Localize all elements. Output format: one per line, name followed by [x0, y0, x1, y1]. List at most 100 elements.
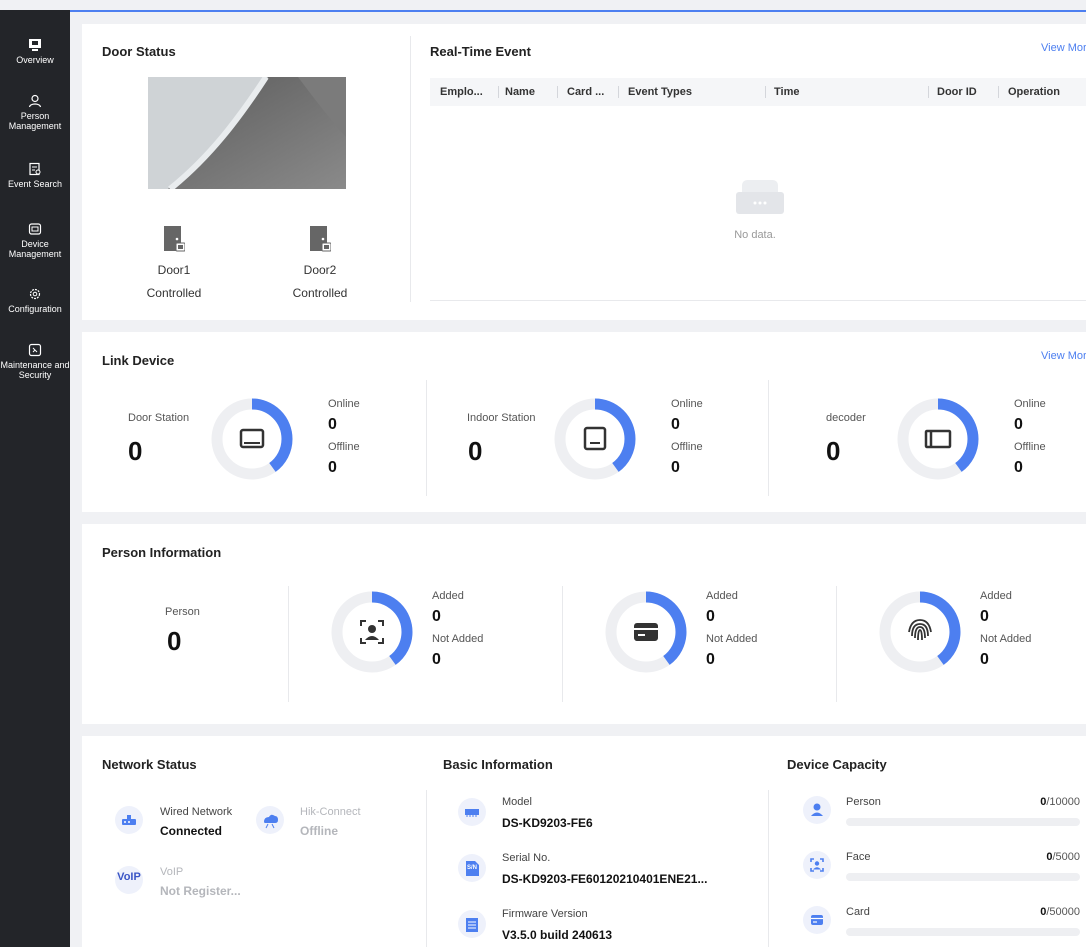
realtime-view-more-link[interactable]: View More — [1041, 42, 1086, 54]
firmware-icon — [458, 910, 486, 938]
divider — [836, 586, 837, 702]
fingerprint-icon — [908, 619, 932, 641]
link-device-title: Link Device — [102, 353, 175, 368]
device-total: 0 — [468, 436, 483, 466]
column-header[interactable]: Card ... — [567, 78, 604, 106]
column-separator — [765, 86, 766, 98]
device-capacity-title: Device Capacity — [787, 757, 887, 772]
sidebar-item-overview[interactable]: Overview — [0, 38, 70, 65]
camera-preview[interactable] — [148, 77, 346, 189]
divider — [562, 586, 563, 702]
serial-value: DS-KD9203-FE60120210401ENE21... — [502, 872, 708, 886]
capacity-label: Face — [846, 851, 871, 863]
offline-value: 0 — [328, 459, 337, 476]
divider — [288, 586, 289, 702]
not-added-value: 0 — [706, 651, 715, 668]
capacity-bar — [846, 873, 1080, 881]
top-accent-line — [70, 10, 1086, 12]
door-state: Controlled — [292, 286, 348, 300]
column-separator — [557, 86, 558, 98]
added-label: Added — [432, 590, 464, 602]
empty-box-icon — [736, 180, 784, 214]
capacity-label: Card — [846, 906, 870, 918]
serial-badge: S/N — [466, 865, 477, 871]
door-name: Door1 — [157, 263, 191, 277]
divider — [768, 790, 769, 947]
column-header[interactable]: Event Types — [628, 78, 692, 106]
divider — [426, 790, 427, 947]
not-added-label: Not Added — [706, 633, 758, 645]
event-search-icon — [29, 162, 41, 176]
network-status-title: Network Status — [102, 757, 197, 772]
sidebar-item-label: Overview — [16, 55, 54, 65]
sidebar-item-label: Maintenance and Security — [0, 360, 70, 380]
sidebar-item-maintenance[interactable]: Maintenance and Security — [0, 343, 70, 380]
online-label: Online — [1014, 398, 1046, 410]
sidebar-item-label: Person Management — [8, 111, 62, 131]
online-label: Online — [328, 398, 360, 410]
column-header[interactable]: Time — [774, 78, 799, 106]
device-total: 0 — [128, 436, 143, 466]
person-donut — [604, 590, 688, 674]
column-header[interactable]: Emplo... — [440, 78, 483, 106]
camera-image — [148, 77, 346, 189]
realtime-event-title: Real-Time Event — [430, 44, 531, 59]
added-value: 0 — [432, 608, 441, 625]
firmware-label: Firmware Version — [502, 908, 588, 920]
not-added-value: 0 — [980, 651, 989, 668]
person-icon — [28, 94, 42, 108]
sidebar-item-device-management[interactable]: Device Management — [0, 222, 70, 259]
firmware-value: V3.5.0 build 240613 — [502, 928, 613, 942]
added-value: 0 — [980, 608, 989, 625]
sidebar-item-event-search[interactable]: Event Search — [0, 162, 70, 189]
indoor-station-icon — [583, 426, 607, 451]
column-separator — [928, 86, 929, 98]
not-added-value: 0 — [432, 651, 441, 668]
device-icon — [28, 223, 42, 235]
added-label: Added — [706, 590, 738, 602]
door-status-title: Door Status — [102, 44, 176, 59]
wired-network-value: Connected — [160, 824, 223, 838]
added-value: 0 — [706, 608, 715, 625]
voip-value: Not Register... — [160, 884, 241, 898]
person-label: Person — [165, 606, 200, 618]
column-separator — [498, 86, 499, 98]
column-header[interactable]: Name — [505, 78, 535, 106]
capacity-value: 0/10000 — [1040, 796, 1080, 808]
capacity-value: 0/50000 — [1040, 906, 1080, 918]
added-label: Added — [980, 590, 1012, 602]
sidebar-item-configuration[interactable]: Configuration — [0, 287, 70, 314]
voip-icon: VoIP — [115, 866, 143, 894]
online-value: 0 — [1014, 416, 1023, 433]
device-donut — [896, 397, 980, 481]
wired-network-icon — [115, 806, 143, 834]
sidebar-item-person-management[interactable]: Person Management — [0, 94, 70, 131]
device-donut — [553, 397, 637, 481]
person-donut — [878, 590, 962, 674]
device-type-label: Indoor Station — [467, 412, 536, 424]
online-value: 0 — [671, 416, 680, 433]
offline-label: Offline — [328, 441, 360, 453]
door-station-icon — [239, 428, 265, 449]
column-header[interactable]: Operation — [1008, 78, 1060, 106]
column-separator — [998, 86, 999, 98]
capacity-bar — [846, 928, 1080, 936]
gear-icon — [29, 288, 41, 300]
capacity-value: 0/5000 — [1046, 851, 1080, 863]
person-icon — [803, 796, 831, 824]
not-added-label: Not Added — [980, 633, 1032, 645]
online-value: 0 — [328, 416, 337, 433]
voip-label: VoIP — [160, 866, 184, 878]
voip-badge: VoIP — [117, 871, 141, 883]
door1-card[interactable]: Door1 Controlled — [114, 259, 234, 305]
capacity-label: Person — [846, 796, 881, 808]
divider — [410, 36, 411, 302]
face-icon — [803, 851, 831, 879]
card-icon — [803, 906, 831, 934]
not-added-label: Not Added — [432, 633, 484, 645]
link-device-view-more-link[interactable]: View More — [1041, 350, 1086, 362]
door2-card[interactable]: Door2 Controlled — [260, 259, 380, 305]
basic-info-title: Basic Information — [443, 757, 553, 772]
column-header[interactable]: Door ID — [937, 78, 977, 106]
decoder-icon — [924, 429, 952, 449]
